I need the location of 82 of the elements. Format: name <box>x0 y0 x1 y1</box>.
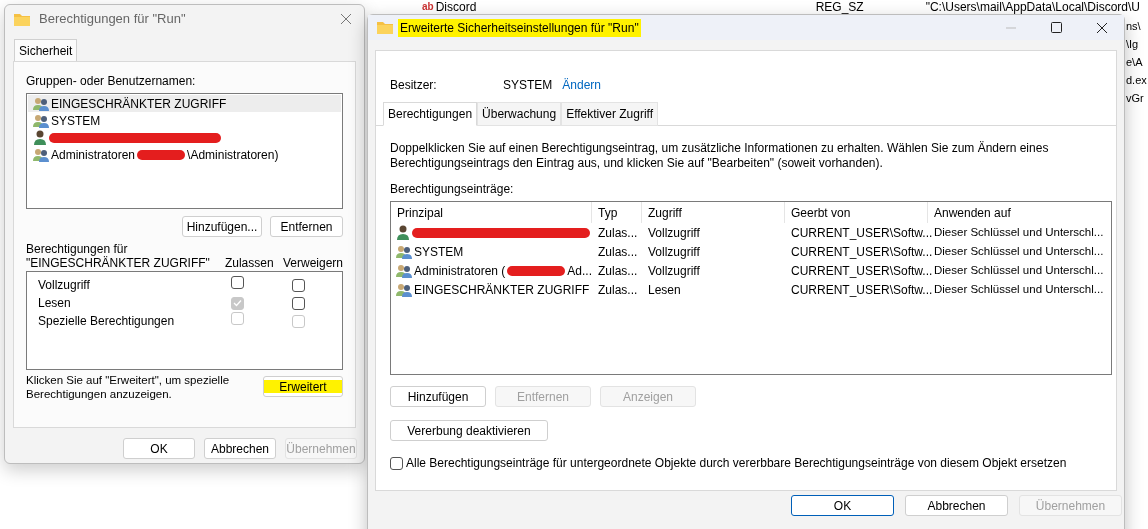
checkbox[interactable] <box>292 278 305 292</box>
column-header: Verweigern <box>282 256 343 270</box>
list-item[interactable]: SYSTEM <box>28 112 341 129</box>
table-cell-text: Zulas... <box>597 281 639 299</box>
window-title: Erweiterte Sicherheitseinstellungen für "Run" <box>398 18 641 37</box>
dialog-button[interactable]: Abbrechen <box>204 438 276 459</box>
permission-name: Vollzugriff <box>37 277 91 294</box>
permissions-label: Berechtigungen für <box>26 243 128 256</box>
permissions-principal: "EINGESCHRÄNKTER ZUGRIFF" <box>26 256 211 270</box>
registry-text-fragment: \Ig <box>1126 38 1140 51</box>
dialog-button[interactable]: OK <box>791 495 894 516</box>
principal-name: Administratoren <box>51 146 136 164</box>
table-cell-text: Vollzugriff <box>647 224 701 242</box>
list-item[interactable]: Administratoren \Administratoren) <box>28 146 341 163</box>
dialog-button[interactable]: Hinzufügen... <box>182 216 262 237</box>
owner-value: SYSTEM <box>503 77 553 94</box>
registry-value-name: Discord <box>435 0 478 14</box>
principal-name: \Administratoren) <box>187 146 279 164</box>
checkbox[interactable] <box>390 456 403 470</box>
tab[interactable]: Überwachung <box>477 102 562 126</box>
registry-value-type: REG_SZ <box>815 0 865 14</box>
registry-text-fragment: e\A <box>1126 56 1144 69</box>
table-cell-text: Lesen <box>647 281 682 299</box>
column-header[interactable]: Typ <box>592 202 642 223</box>
column-header[interactable]: Geerbt von <box>785 202 928 223</box>
checkbox[interactable] <box>292 296 305 310</box>
table-cell-text: Vollzugriff <box>647 262 701 280</box>
checkbox-label: Alle Berechtigungseinträge für untergeordnete Objekte durch vererbbare Berechtigungseinträge von diesem Objekt ersetzen <box>406 455 1067 472</box>
maximize-icon[interactable] <box>1051 22 1062 33</box>
list-item[interactable]: EINGESCHRÄNKTER ZUGRIFF <box>28 95 341 112</box>
column-header[interactable]: Prinzipal <box>391 202 592 223</box>
checkbox[interactable] <box>231 276 244 289</box>
dialog-button[interactable]: Hinzufügen <box>390 386 486 407</box>
description-text: Doppelklicken Sie auf einen Berechtigungseintrag, um zusätzliche Informationen zu erhalten. Wählen Sie zum Ändern eines Berechtigungseintrags den Eintrag aus, und klicken Sie auf "Bearbeiten" (soweit vorhanden). <box>390 141 1050 171</box>
tab[interactable]: Effektiver Zugriff <box>561 102 659 126</box>
principal-name: SYSTEM <box>51 112 101 130</box>
dialog-button[interactable]: Entfernen <box>270 216 343 237</box>
registry-value-data: "C:\Users\mail\AppData\Local\Discord\U <box>925 0 1140 14</box>
checkmark-icon <box>233 299 242 307</box>
users-icon <box>396 263 412 278</box>
redaction-mark <box>137 149 186 160</box>
value-icon: ab <box>422 0 434 14</box>
column-header[interactable]: Anwenden auf <box>928 202 1111 223</box>
table-cell-text: Zulas... <box>597 224 639 242</box>
folder-icon <box>376 20 394 35</box>
principal-name: Administratoren ( <box>414 262 506 280</box>
entries-label: Berechtigungseinträge: <box>390 181 515 198</box>
permission-name: Lesen <box>37 295 72 312</box>
advanced-button[interactable]: Erweitert <box>263 376 343 397</box>
table-cell-text: Vollzugriff <box>647 243 701 261</box>
users-icon <box>33 147 49 162</box>
registry-text-fragment: ns\ <box>1126 20 1142 33</box>
folder-icon <box>13 11 31 27</box>
table-cell-text: Zulas... <box>597 243 639 261</box>
permission-name: Spezielle Berechtigungen <box>37 313 176 330</box>
principal-name: EINGESCHRÄNKTER ZUGRIFF <box>414 281 590 299</box>
tab[interactable]: Sicherheit <box>14 39 78 62</box>
principal-name: Ad... <box>567 262 592 280</box>
users-icon <box>396 244 412 259</box>
table-cell-text: Zulas... <box>597 262 639 280</box>
registry-text-fragment: d.ex <box>1126 74 1148 87</box>
disable-inheritance-button[interactable]: Vererbung deaktivieren <box>390 420 548 441</box>
user-icon <box>33 130 47 145</box>
user-icon <box>396 225 410 240</box>
users-icon <box>33 96 49 111</box>
close-icon[interactable] <box>1096 21 1108 34</box>
window-title: Berechtigungen für "Run" <box>39 10 186 29</box>
tab[interactable]: Berechtigungen <box>383 102 478 126</box>
field-label: Gruppen- oder Benutzernamen: <box>26 73 197 90</box>
dialog-button[interactable]: Abbrechen <box>905 495 1008 516</box>
users-icon <box>396 282 412 297</box>
column-header: Zulassen <box>224 256 275 270</box>
redaction-mark <box>507 265 566 276</box>
owner-label: Besitzer: <box>390 77 438 94</box>
column-header[interactable]: Zugriff <box>642 202 785 223</box>
principal-name: SYSTEM <box>414 243 464 261</box>
principal-name: EINGESCHRÄNKTER ZUGRIFF <box>51 95 227 113</box>
hint-text: Klicken Sie auf "Erweitert", um spezielle Berechtigungen anzuzeigen. <box>26 373 231 401</box>
change-link[interactable]: Ändern <box>562 76 602 94</box>
dialog-button[interactable]: OK <box>123 438 195 459</box>
users-icon <box>33 113 49 128</box>
registry-text-fragment: vGr <box>1126 92 1145 105</box>
